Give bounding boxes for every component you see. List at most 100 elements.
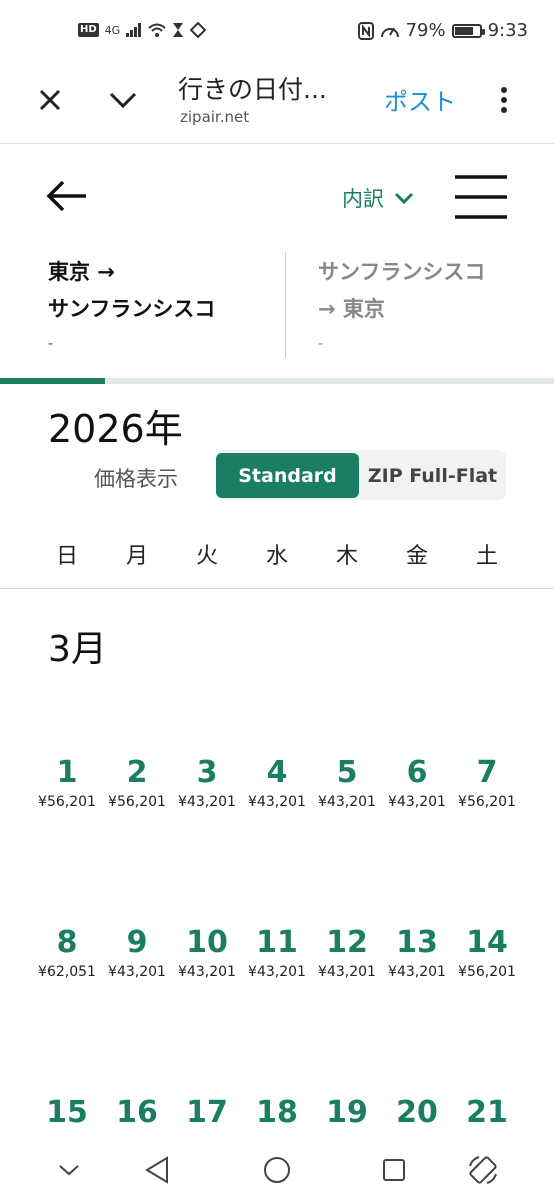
price-mode-toggle: Standard ZIP Full-Flat bbox=[216, 450, 506, 500]
battery-icon bbox=[451, 23, 485, 38]
browser-top-bar: 行きの日付... zipair.net ポスト bbox=[0, 66, 554, 144]
day-price: ¥62,051 bbox=[38, 964, 96, 980]
route-line: → 東京 bbox=[318, 297, 385, 321]
day-price: ¥43,201 bbox=[318, 794, 376, 810]
day-price: ¥43,201 bbox=[248, 964, 306, 980]
route-line: 東京 → bbox=[48, 260, 115, 284]
day-price: ¥43,201 bbox=[248, 794, 306, 810]
calendar-day[interactable]: 18 bbox=[242, 1096, 312, 1130]
day-number: 7 bbox=[476, 755, 498, 790]
price-mode-standard[interactable]: Standard bbox=[216, 453, 359, 498]
day-number: 15 bbox=[46, 1095, 88, 1130]
page-title: 行きの日付... bbox=[178, 75, 327, 104]
weekday-label: 金 bbox=[405, 544, 428, 569]
weekday-label: 水 bbox=[265, 544, 288, 569]
post-button[interactable]: ポスト bbox=[384, 82, 456, 117]
calendar-day[interactable]: 4 ¥43,201 bbox=[242, 755, 312, 811]
calendar-week-1: 1 ¥56,201 2 ¥56,201 3 ¥43,201 4 ¥43,201 5 ¥43… bbox=[32, 755, 522, 811]
chevron-down-icon[interactable] bbox=[103, 80, 143, 120]
route-line: サンフランシスコ bbox=[318, 260, 486, 284]
calendar-day[interactable]: 3 ¥43,201 bbox=[172, 755, 242, 811]
day-price: ¥56,201 bbox=[108, 794, 166, 810]
close-icon[interactable] bbox=[30, 80, 70, 120]
calendar-day[interactable]: 6 ¥43,201 bbox=[382, 755, 452, 811]
chevron-down-icon bbox=[394, 192, 414, 205]
calendar-day[interactable]: 2 ¥56,201 bbox=[102, 755, 172, 811]
calendar-week-2: 8 ¥62,051 9 ¥43,201 10 ¥43,201 11 ¥43,201 12… bbox=[32, 925, 522, 981]
calendar-day[interactable]: 7 ¥56,201 bbox=[452, 755, 522, 811]
calendar-day[interactable]: 16 bbox=[102, 1096, 172, 1130]
calendar-day[interactable]: 8 ¥62,051 bbox=[32, 925, 102, 981]
rotate-icon[interactable] bbox=[466, 1153, 500, 1187]
calendar-day[interactable]: 19 bbox=[312, 1096, 382, 1130]
route-date: - bbox=[48, 336, 54, 352]
calendar-day[interactable]: 11 ¥43,201 bbox=[242, 926, 312, 981]
battery-fill bbox=[454, 26, 474, 35]
recents-square-icon[interactable] bbox=[377, 1153, 411, 1187]
day-price: ¥43,201 bbox=[318, 964, 376, 980]
day-number: 6 bbox=[406, 755, 428, 790]
calendar-day[interactable]: 17 bbox=[172, 1096, 242, 1130]
route-line: サンフランシスコ bbox=[48, 297, 216, 321]
weekday-label: 木 bbox=[335, 544, 358, 569]
wifi-icon bbox=[148, 23, 166, 37]
day-price: ¥56,201 bbox=[458, 964, 516, 980]
calendar-day[interactable]: 21 bbox=[452, 1096, 522, 1130]
route-date: - bbox=[318, 336, 324, 352]
day-number: 3 bbox=[196, 755, 218, 790]
day-number: 9 bbox=[126, 925, 148, 960]
weekday-label: 火 bbox=[195, 544, 218, 569]
day-price: ¥43,201 bbox=[178, 794, 236, 810]
calendar-day[interactable]: 14 ¥56,201 bbox=[452, 926, 522, 981]
status-right: 79% 9:33 bbox=[357, 20, 528, 41]
calendar-day[interactable]: 1 ¥56,201 bbox=[32, 756, 102, 811]
weekday-header: 日 月 火 水 木 金 土 bbox=[32, 538, 522, 570]
day-number: 19 bbox=[326, 1095, 368, 1130]
day-number: 8 bbox=[56, 925, 78, 960]
day-price: ¥43,201 bbox=[178, 964, 236, 980]
calendar-day[interactable]: 15 bbox=[32, 1096, 102, 1130]
calendar-day[interactable]: 12 ¥43,201 bbox=[312, 925, 382, 981]
day-price: ¥43,201 bbox=[388, 964, 446, 980]
hamburger-menu-icon[interactable] bbox=[454, 174, 508, 224]
status-bar: HD 4G 79% 9:33 bbox=[0, 0, 554, 66]
weekday-divider bbox=[0, 588, 554, 589]
step-progress-bar bbox=[0, 378, 554, 384]
signal-icon bbox=[126, 23, 142, 37]
calendar-day[interactable]: 13 ¥43,201 bbox=[382, 925, 452, 981]
day-number: 2 bbox=[126, 755, 148, 790]
calendar-day[interactable]: 5 ¥43,201 bbox=[312, 756, 382, 811]
calendar-day[interactable]: 10 ¥43,201 bbox=[172, 926, 242, 981]
network-label: 4G bbox=[104, 23, 121, 37]
calendar-day[interactable]: 9 ¥43,201 bbox=[102, 925, 172, 981]
more-options-icon[interactable] bbox=[484, 80, 524, 120]
day-price: ¥56,201 bbox=[458, 794, 516, 810]
hd-icon: HD bbox=[78, 23, 99, 37]
route-tab-outbound[interactable]: 東京 → サンフランシスコ bbox=[48, 254, 215, 328]
breakdown-toggle[interactable]: 内訳 bbox=[342, 183, 414, 213]
back-triangle-icon[interactable] bbox=[140, 1153, 174, 1187]
chevron-down-icon[interactable] bbox=[52, 1153, 86, 1187]
day-price: ¥43,201 bbox=[108, 964, 166, 980]
price-mode-full-flat[interactable]: ZIP Full-Flat bbox=[359, 453, 506, 498]
day-number: 12 bbox=[326, 925, 368, 960]
diamond-icon bbox=[190, 22, 207, 38]
home-circle-icon[interactable] bbox=[260, 1153, 294, 1187]
back-arrow-icon[interactable] bbox=[46, 180, 88, 216]
day-number: 4 bbox=[266, 755, 288, 790]
route-tab-return[interactable]: サンフランシスコ → 東京 bbox=[318, 254, 485, 328]
weekday-label: 月 bbox=[125, 544, 148, 569]
day-price: ¥56,201 bbox=[38, 794, 96, 810]
speedometer-icon bbox=[380, 27, 399, 37]
year-heading: 2026年 bbox=[48, 407, 183, 451]
day-number: 13 bbox=[396, 925, 438, 960]
breakdown-label: 内訳 bbox=[342, 187, 384, 211]
weekday-label: 土 bbox=[475, 544, 498, 569]
nfc-icon bbox=[357, 21, 374, 40]
status-left: HD 4G bbox=[78, 22, 207, 38]
calendar-day[interactable]: 20 bbox=[382, 1096, 452, 1130]
clock: 9:33 bbox=[487, 20, 528, 41]
price-display-label: 価格表示 bbox=[94, 467, 178, 491]
battery-percent: 79% bbox=[405, 20, 446, 41]
month-heading: 3月 bbox=[48, 629, 107, 670]
